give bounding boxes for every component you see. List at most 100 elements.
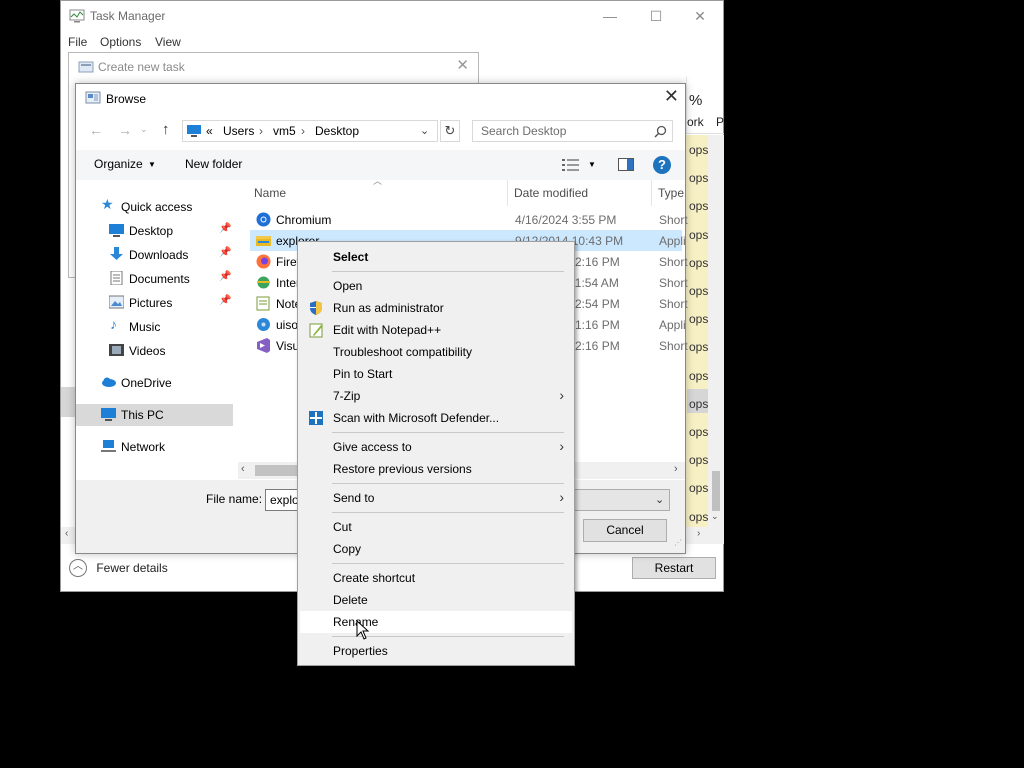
menu-file[interactable]: File (68, 35, 87, 49)
refresh-icon[interactable]: ↻ (440, 120, 460, 142)
menu-item-send-to[interactable]: Send to › (300, 487, 572, 509)
column-divider[interactable] (651, 180, 652, 206)
dropdown-chevron-icon[interactable]: ⌄ (655, 493, 664, 506)
file-name-label: File name: (206, 492, 263, 506)
nav-pictures-label: Pictures (129, 296, 173, 310)
nav-onedrive-label: OneDrive (121, 376, 172, 390)
column-type[interactable]: Type (658, 186, 684, 200)
menu-options[interactable]: Options (100, 35, 141, 49)
menu-item-label: Create shortcut (333, 571, 416, 585)
horizontal-scrollbar-end[interactable]: › (685, 527, 724, 544)
column-divider[interactable] (507, 180, 508, 206)
resize-grip-icon[interactable]: ⋰ (674, 538, 682, 547)
file-type-dropdown[interactable]: ⌄ (574, 489, 670, 511)
menu-item-properties[interactable]: Properties (300, 640, 572, 662)
nav-music[interactable]: ♪ Music (76, 316, 236, 338)
menu-item-edit-notepad[interactable]: Edit with Notepad++ (300, 319, 572, 341)
menu-item-7zip[interactable]: 7-Zip › (300, 385, 572, 407)
file-row-chromium[interactable]: Chromium 4/16/2024 3:55 PM Short (250, 209, 688, 230)
nav-desktop[interactable]: Desktop 📌 (76, 220, 236, 242)
menu-item-delete[interactable]: Delete (300, 589, 572, 611)
ops-cell: ops (689, 453, 709, 468)
nav-quick-access[interactable]: ★ Quick access (76, 196, 236, 218)
nav-pictures[interactable]: Pictures 📌 (76, 292, 236, 314)
menu-item-pin-to-start[interactable]: Pin to Start (300, 363, 572, 385)
file-type: Appli (659, 318, 686, 332)
menu-item-troubleshoot[interactable]: Troubleshoot compatibility (300, 341, 572, 363)
minimize-button[interactable]: — (587, 1, 633, 31)
nav-downloads[interactable]: Downloads 📌 (76, 244, 236, 266)
view-options-icon[interactable] (562, 158, 580, 172)
firefox-icon (256, 254, 271, 269)
scroll-right-icon[interactable]: › (674, 463, 678, 475)
pc-icon (187, 125, 201, 137)
column-date-modified[interactable]: Date modified (514, 186, 588, 200)
back-arrow-icon[interactable]: ← (89, 122, 103, 138)
organize-dropdown-icon[interactable]: ▼ (148, 160, 156, 169)
recent-dropdown-icon[interactable]: ⌄ (140, 124, 148, 135)
cancel-button[interactable]: Cancel (583, 519, 667, 542)
scroll-left-icon[interactable]: ‹ (241, 463, 245, 475)
ops-cell: ops (689, 396, 709, 411)
column-name[interactable]: Name (254, 186, 286, 200)
scroll-right-icon[interactable]: › (697, 528, 700, 539)
menu-item-select[interactable]: Select (300, 246, 572, 268)
forward-arrow-icon[interactable]: → (118, 122, 132, 138)
view-dropdown-icon[interactable]: ▼ (588, 160, 596, 169)
file-name-input[interactable]: explo (265, 489, 299, 511)
menu-item-label: Pin to Start (333, 367, 393, 381)
menu-item-label: Send to (333, 491, 375, 505)
menu-item-scan-defender[interactable]: Scan with Microsoft Defender... (300, 407, 572, 429)
column-header-network[interactable]: % ork P (686, 76, 724, 134)
pin-icon[interactable]: 📌 (219, 295, 231, 306)
address-users[interactable]: Users (223, 124, 254, 138)
search-field[interactable]: Search Desktop (472, 120, 673, 142)
menu-item-give-access[interactable]: Give access to › (300, 436, 572, 458)
up-arrow-icon[interactable]: ↑ (162, 121, 170, 138)
address-vm5[interactable]: vm5 (273, 124, 296, 138)
menu-item-rename[interactable]: Rename (300, 611, 572, 633)
nav-onedrive[interactable]: OneDrive (76, 372, 236, 394)
menu-item-create-shortcut[interactable]: Create shortcut (300, 567, 572, 589)
ops-cell: ops (689, 199, 709, 214)
browse-close-icon[interactable]: ✕ (664, 86, 679, 107)
close-button[interactable]: ✕ (677, 1, 723, 31)
nav-network[interactable]: Network (76, 436, 236, 458)
menu-view[interactable]: View (155, 35, 181, 49)
create-task-close-icon[interactable]: ✕ (456, 56, 469, 74)
help-icon[interactable]: ? (653, 156, 671, 174)
pin-icon[interactable]: 📌 (219, 223, 231, 234)
menu-item-label: Edit with Notepad++ (333, 323, 442, 337)
nav-this-pc[interactable]: This PC (76, 404, 233, 426)
submenu-arrow-icon: › (559, 489, 564, 505)
pin-icon[interactable]: 📌 (219, 271, 231, 282)
address-desktop[interactable]: Desktop (315, 124, 359, 138)
search-icon[interactable] (654, 125, 667, 138)
scroll-left-icon[interactable]: ‹ (65, 528, 68, 539)
nav-videos[interactable]: Videos (76, 340, 236, 362)
address-bar[interactable]: « Users › vm5 › Desktop ⌄ (182, 120, 438, 142)
restart-button[interactable]: Restart (632, 557, 716, 579)
menu-item-label: 7-Zip (333, 389, 361, 403)
preview-pane-icon[interactable] (618, 158, 634, 171)
menu-item-copy[interactable]: Copy (300, 538, 572, 560)
address-separator-icon: › (301, 124, 305, 138)
fewer-details-label[interactable]: Fewer details (96, 561, 167, 575)
menu-item-cut[interactable]: Cut (300, 516, 572, 538)
scrollbar-thumb[interactable] (712, 471, 720, 511)
fewer-details-toggle[interactable]: ︿ Fewer details (69, 559, 168, 577)
ops-column: ops ops ops ops ops ops ops ops ops ops ops ops ops o… (686, 135, 708, 527)
maximize-button[interactable]: ☐ (633, 1, 679, 31)
new-folder-button[interactable]: New folder (185, 157, 242, 171)
scroll-down-icon[interactable]: ⌄ (711, 511, 719, 522)
menu-item-run-as-admin[interactable]: Run as administrator (300, 297, 572, 319)
vertical-scrollbar[interactable]: ⌄ (708, 135, 724, 527)
menu-item-restore-versions[interactable]: Restore previous versions (300, 458, 572, 480)
nav-documents[interactable]: Documents 📌 (76, 268, 236, 290)
organize-button[interactable]: Organize (94, 157, 143, 171)
chevron-up-icon[interactable]: ︿ (69, 559, 87, 577)
pin-icon[interactable]: 📌 (219, 247, 231, 258)
menu-item-open[interactable]: Open (300, 275, 572, 297)
left-scroll-fragment[interactable]: ‹ (61, 527, 76, 544)
address-dropdown-icon[interactable]: ⌄ (420, 124, 429, 137)
